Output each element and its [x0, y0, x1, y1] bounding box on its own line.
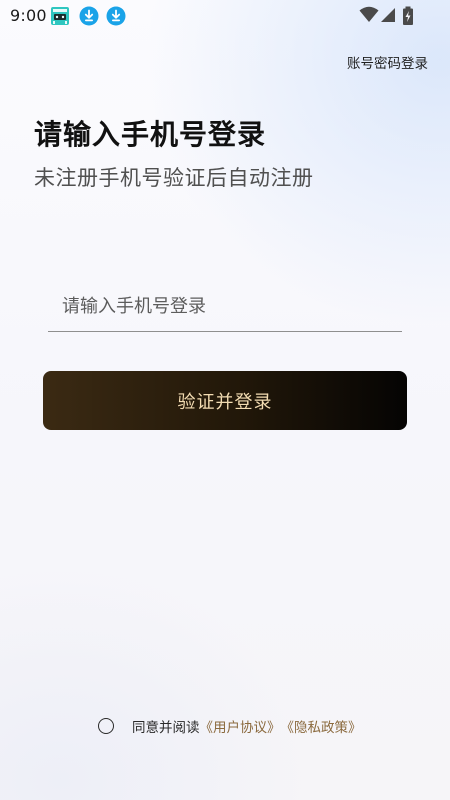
- page-title: 请输入手机号登录: [34, 118, 267, 151]
- status-bar: 9:00: [0, 0, 450, 32]
- signal-icon: [380, 6, 396, 28]
- agreement-checkbox[interactable]: [98, 718, 114, 734]
- privacy-policy-link[interactable]: 《隐私政策》: [281, 716, 362, 736]
- download-icon: [79, 6, 99, 26]
- game-controller-icon: [50, 6, 70, 26]
- download-icon: [106, 6, 126, 26]
- phone-number-input[interactable]: [48, 282, 402, 332]
- page-subtitle: 未注册手机号验证后自动注册: [34, 166, 314, 190]
- agreement-prefix: 同意并阅读: [132, 720, 200, 736]
- user-agreement-link[interactable]: 《用户协议》: [200, 716, 281, 736]
- status-time: 9:00: [10, 6, 47, 25]
- battery-charging-icon: [402, 6, 414, 30]
- verify-and-login-button[interactable]: 验证并登录: [43, 371, 407, 430]
- wifi-icon: [359, 6, 379, 28]
- account-password-login-link[interactable]: 账号密码登录: [347, 52, 428, 72]
- agreement-row: 同意并阅读 《用户协议》 《隐私政策》: [98, 716, 362, 736]
